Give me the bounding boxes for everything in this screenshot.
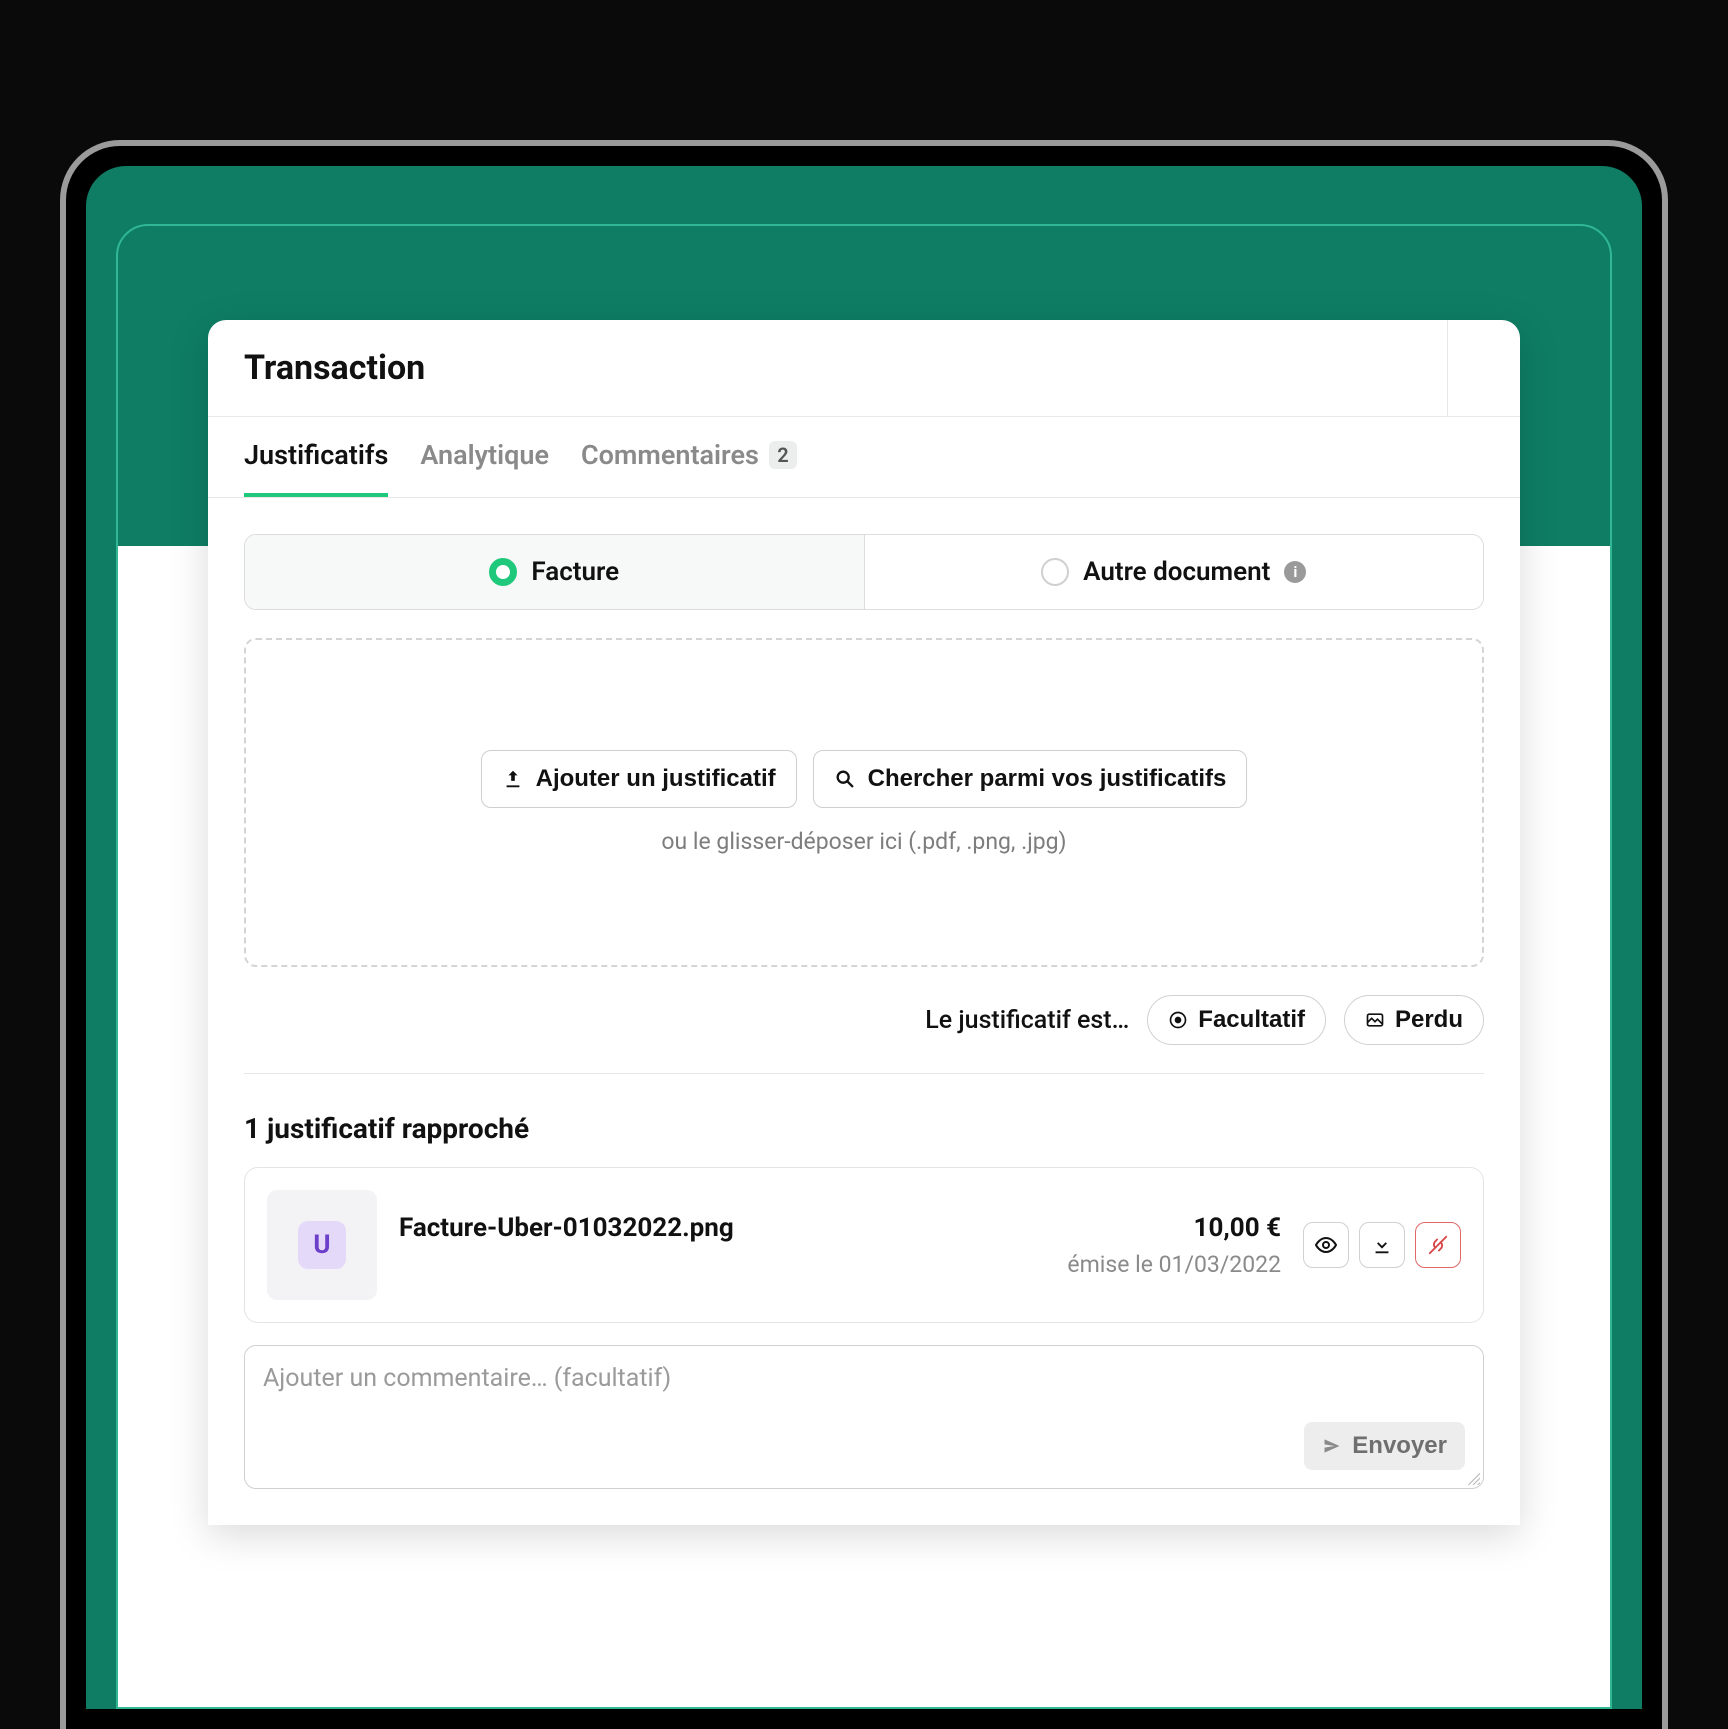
add-justificatif-button[interactable]: Ajouter un justificatif	[481, 750, 797, 808]
tab-label: Analytique	[420, 439, 549, 471]
file-info: Facture-Uber-01032022.png 10,00 € émise …	[399, 1213, 1281, 1278]
tab-justificatifs[interactable]: Justificatifs	[244, 417, 388, 497]
modal-title: Transaction	[244, 348, 425, 388]
search-icon	[834, 768, 856, 790]
chip-label: Facultatif	[1198, 1006, 1305, 1034]
toggle-facture[interactable]: Facture	[245, 535, 864, 609]
toggle-autre-document[interactable]: Autre document i	[864, 535, 1484, 609]
chip-perdu[interactable]: Perdu	[1344, 995, 1484, 1045]
tab-label: Justificatifs	[244, 439, 388, 471]
broken-image-icon	[1365, 1010, 1385, 1030]
divider	[244, 1073, 1484, 1074]
toggle-label: Autre document	[1083, 557, 1270, 587]
resize-handle-icon[interactable]	[1466, 1471, 1480, 1485]
tab-commentaires[interactable]: Commentaires 2	[581, 417, 797, 497]
button-label: Ajouter un justificatif	[536, 765, 776, 793]
radio-selected-icon	[489, 558, 517, 586]
file-issued-date: émise le 01/03/2022	[399, 1251, 1281, 1278]
eye-icon	[1314, 1233, 1338, 1257]
modal-content: Facture Autre document i	[208, 498, 1520, 1525]
tabs: Justificatifs Analytique Commentaires 2	[208, 417, 1520, 498]
unlink-icon	[1427, 1234, 1449, 1256]
target-icon	[1168, 1010, 1188, 1030]
radio-empty-icon	[1041, 558, 1069, 586]
preview-button[interactable]	[1303, 1222, 1349, 1268]
unlink-button[interactable]	[1415, 1222, 1461, 1268]
file-name: Facture-Uber-01032022.png	[399, 1213, 734, 1243]
justificatif-status-row: Le justificatif est… Facultatif Perdu	[244, 995, 1484, 1045]
file-thumbnail: U	[267, 1190, 377, 1300]
chip-facultatif[interactable]: Facultatif	[1147, 995, 1326, 1045]
dropzone-hint: ou le glisser-déposer ici (.pdf, .png, .…	[661, 828, 1066, 855]
send-button[interactable]: Envoyer	[1304, 1422, 1465, 1470]
search-justificatif-button[interactable]: Chercher parmi vos justificatifs	[813, 750, 1248, 808]
comment-input[interactable]	[263, 1364, 1465, 1422]
file-amount: 10,00 €	[1194, 1213, 1281, 1243]
upload-icon	[502, 768, 524, 790]
toggle-label: Facture	[531, 557, 619, 587]
info-icon: i	[1284, 561, 1306, 583]
modal-header: Transaction	[208, 320, 1520, 417]
send-icon	[1322, 1436, 1342, 1456]
tab-label: Commentaires	[581, 439, 759, 471]
status-label: Le justificatif est…	[925, 1006, 1129, 1035]
file-actions	[1303, 1222, 1461, 1268]
download-icon	[1371, 1234, 1393, 1256]
tablet-screen: Transaction Justificatifs Analytique	[86, 166, 1642, 1709]
transaction-modal: Transaction Justificatifs Analytique	[208, 320, 1520, 1525]
chip-label: Perdu	[1395, 1006, 1463, 1034]
download-button[interactable]	[1359, 1222, 1405, 1268]
file-badge: U	[298, 1221, 346, 1269]
close-button[interactable]	[1447, 320, 1520, 416]
tab-analytique[interactable]: Analytique	[420, 417, 549, 497]
tablet-frame: Transaction Justificatifs Analytique	[60, 140, 1668, 1729]
attached-section-title: 1 justificatif rapproché	[244, 1112, 1484, 1145]
screen-inner: Transaction Justificatifs Analytique	[116, 224, 1612, 1709]
button-label: Envoyer	[1352, 1432, 1447, 1460]
document-type-toggle: Facture Autre document i	[244, 534, 1484, 610]
attached-file-card: U Facture-Uber-01032022.png 10,00 € émis…	[244, 1167, 1484, 1323]
comment-box: Envoyer	[244, 1345, 1484, 1489]
upload-dropzone[interactable]: Ajouter un justificatif Chercher parmi v…	[244, 638, 1484, 967]
tab-comment-count: 2	[769, 441, 797, 469]
button-label: Chercher parmi vos justificatifs	[868, 765, 1227, 793]
dropzone-buttons: Ajouter un justificatif Chercher parmi v…	[481, 750, 1248, 808]
